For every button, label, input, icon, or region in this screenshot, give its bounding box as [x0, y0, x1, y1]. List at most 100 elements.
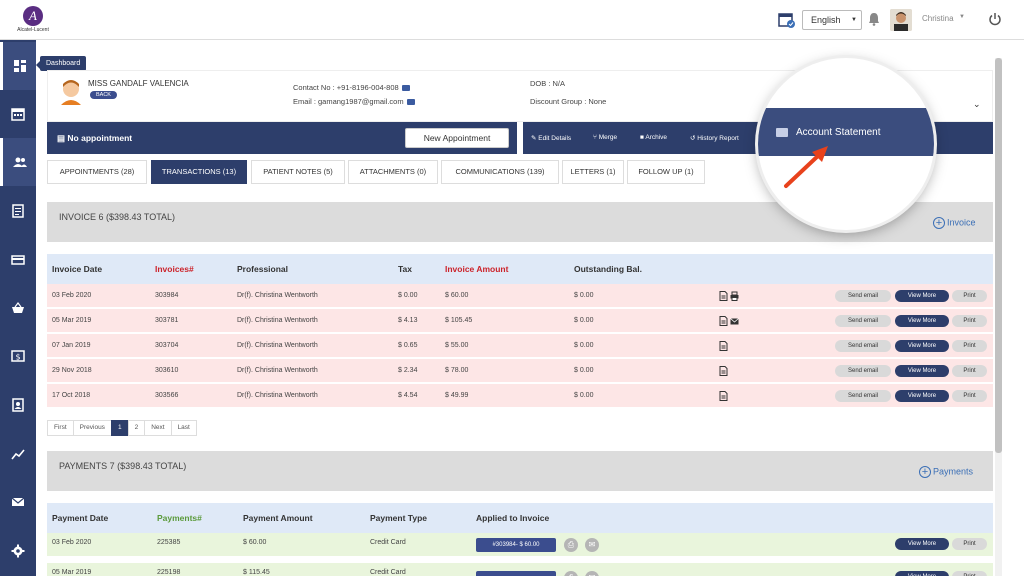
table-row[interactable]: 03 Feb 2020 303984 Dr(f). Christina Went… [47, 284, 993, 308]
printer-icon[interactable] [730, 291, 739, 301]
tab-appointments[interactable]: APPOINTMENTS (28) [47, 160, 147, 184]
document-icon[interactable] [719, 316, 728, 326]
col-outstanding[interactable]: Outstanding Bal. [574, 264, 642, 274]
tab-follow-up[interactable]: FOLLOW UP (1) [627, 160, 705, 184]
col-invoice-amount[interactable]: Invoice Amount [445, 264, 508, 274]
envelope-icon[interactable]: ✉ [585, 571, 599, 576]
document-icon[interactable] [719, 391, 728, 401]
view-more-button[interactable]: View More [895, 390, 949, 402]
print-button[interactable]: Print [952, 290, 987, 302]
payment-number: 225198 [157, 569, 181, 576]
sidebar-item-reports[interactable] [0, 430, 36, 478]
table-row[interactable]: 03 Feb 2020 225385 $ 60.00 Credit Card #… [47, 533, 993, 557]
chat-icon[interactable] [401, 85, 410, 92]
col-payment-type[interactable]: Payment Type [370, 513, 427, 523]
page-next[interactable]: Next [144, 420, 172, 436]
invoice-number: 303566 [155, 392, 179, 399]
printer-icon[interactable]: ⎙ [564, 571, 578, 576]
language-select[interactable]: English ▼ [802, 10, 862, 30]
add-invoice-button[interactable]: + Invoice [933, 217, 976, 229]
calendar-sync-icon[interactable] [778, 11, 796, 29]
tab-communications[interactable]: COMMUNICATIONS (139) [441, 160, 559, 184]
print-button[interactable]: Print [952, 571, 987, 576]
page-last[interactable]: Last [170, 420, 197, 436]
col-invoice-date[interactable]: Invoice Date [52, 264, 102, 274]
chevron-down-icon[interactable]: ▼ [959, 14, 965, 20]
view-more-button[interactable]: View More [895, 290, 949, 302]
history-report-button[interactable]: ↺ History Report [690, 134, 739, 142]
print-button[interactable]: Print [952, 365, 987, 377]
document-icon[interactable] [719, 366, 728, 376]
bell-icon[interactable] [760, 80, 774, 94]
sidebar-item-products[interactable] [0, 284, 36, 332]
view-more-button[interactable]: View More [895, 340, 949, 352]
table-row[interactable]: 05 Mar 2019 225198 $ 115.45 Credit Card … [47, 563, 993, 576]
tab-attachments[interactable]: ATTACHMENTS (0) [348, 160, 438, 184]
col-tax[interactable]: Tax [398, 264, 412, 274]
col-payment-amount[interactable]: Payment Amount [243, 513, 313, 523]
envelope-icon[interactable] [406, 99, 415, 106]
view-more-button[interactable]: View More [895, 538, 949, 550]
table-row[interactable]: 05 Mar 2019 303781 Dr(f). Christina Went… [47, 309, 993, 333]
edit-details-button[interactable]: ✎ Edit Details [531, 134, 571, 142]
app-logo[interactable]: A Alcatel-Lucent [16, 6, 50, 36]
plus-circle-icon: + [933, 217, 945, 229]
sidebar-item-calendar[interactable] [0, 90, 36, 138]
table-row[interactable]: 07 Jan 2019 303704 Dr(f). Christina Went… [47, 334, 993, 358]
add-payment-button[interactable]: + Payments [919, 466, 973, 478]
merge-button[interactable]: ⑂ Merge [593, 134, 617, 141]
sidebar-item-patients[interactable] [0, 138, 36, 186]
scrollbar-thumb[interactable] [995, 58, 1002, 453]
col-payment-number[interactable]: Payments# [157, 513, 202, 523]
sidebar-item-messages[interactable] [0, 478, 36, 526]
back-button[interactable]: BACK [90, 91, 117, 99]
send-email-button[interactable]: Send email [835, 390, 891, 402]
page-1[interactable]: 1 [110, 420, 129, 436]
print-button[interactable]: Print [952, 340, 987, 352]
page-previous[interactable]: Previous [72, 420, 112, 436]
sidebar-item-payments[interactable]: $ [0, 332, 36, 380]
print-button[interactable]: Print [952, 315, 987, 327]
envelope-icon[interactable]: ✉ [585, 538, 599, 552]
tab-letters[interactable]: LETTERS (1) [562, 160, 624, 184]
page-2[interactable]: 2 [127, 420, 146, 436]
sidebar-item-dashboard[interactable] [0, 42, 36, 90]
sidebar-item-settings[interactable] [0, 527, 36, 575]
bell-icon[interactable] [868, 12, 880, 26]
send-email-button[interactable]: Send email [835, 365, 891, 377]
sidebar-item-notes[interactable] [0, 187, 36, 235]
col-payment-date[interactable]: Payment Date [52, 513, 108, 523]
document-icon[interactable] [719, 291, 728, 301]
print-button[interactable]: Print [952, 538, 987, 550]
view-more-button[interactable]: View More [895, 571, 949, 576]
printer-icon[interactable]: ⎙ [564, 538, 578, 552]
sidebar-item-billing[interactable] [0, 236, 36, 284]
send-email-button[interactable]: Send email [835, 290, 891, 302]
power-icon[interactable] [988, 12, 1002, 26]
envelope-icon[interactable] [730, 316, 739, 326]
document-icon[interactable] [719, 341, 728, 351]
applied-invoice-button[interactable]: #303984- $ 60.00 [476, 538, 556, 552]
tab-patient-notes[interactable]: PATIENT NOTES (5) [251, 160, 345, 184]
col-professional[interactable]: Professional [237, 264, 288, 274]
user-avatar[interactable] [890, 9, 912, 31]
archive-label: Archive [645, 134, 668, 141]
print-button[interactable]: Print [952, 390, 987, 402]
user-name[interactable]: Christina [922, 14, 954, 23]
new-appointment-button[interactable]: New Appointment [405, 128, 509, 148]
table-row[interactable]: 17 Oct 2018 303566 Dr(f). Christina Went… [47, 384, 993, 408]
sidebar-item-contacts[interactable] [0, 381, 36, 429]
page-scrollbar[interactable] [995, 58, 1002, 576]
col-invoice-number[interactable]: Invoices# [155, 264, 194, 274]
view-more-button[interactable]: View More [895, 365, 949, 377]
page-first[interactable]: First [47, 420, 74, 436]
send-email-button[interactable]: Send email [835, 315, 891, 327]
col-applied-invoice[interactable]: Applied to Invoice [476, 513, 549, 523]
chevron-down-icon[interactable]: ⌄ [973, 99, 981, 110]
archive-button[interactable]: ■ Archive [640, 134, 667, 141]
tab-transactions[interactable]: TRANSACTIONS (13) [151, 160, 247, 184]
applied-invoice-button[interactable] [476, 571, 556, 576]
table-row[interactable]: 29 Nov 2018 303610 Dr(f). Christina Went… [47, 359, 993, 383]
send-email-button[interactable]: Send email [835, 340, 891, 352]
view-more-button[interactable]: View More [895, 315, 949, 327]
